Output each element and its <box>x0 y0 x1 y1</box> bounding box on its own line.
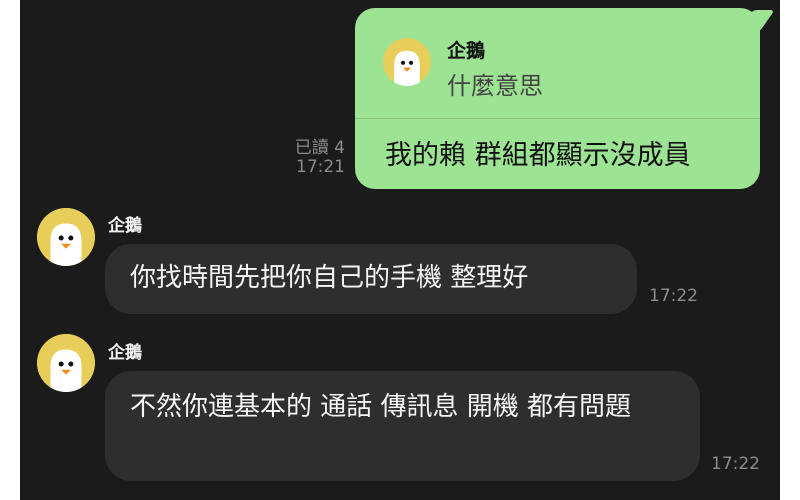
outgoing-message-bubble[interactable]: 企鵝 什麼意思 我的賴 群組都顯示沒成員 <box>355 8 760 189</box>
sender-avatar[interactable] <box>37 208 95 266</box>
reply-quote-text: 什麼意思 <box>447 72 543 100</box>
incoming-timestamp: 17:22 <box>711 454 760 474</box>
penguin-icon <box>37 208 95 266</box>
incoming-message-text: 不然你連基本的 通話 傳訊息 開機 都有問題 <box>130 392 632 422</box>
reply-divider <box>355 118 760 119</box>
incoming-timestamp: 17:22 <box>649 286 698 306</box>
penguin-icon <box>383 38 431 86</box>
chat-area[interactable]: 企鵝 什麼意思 我的賴 群組都顯示沒成員 已讀 4 17:21 企鵝 你找時間先… <box>20 0 780 500</box>
sender-avatar[interactable] <box>37 334 95 392</box>
incoming-message-bubble[interactable]: 你找時間先把你自己的手機 整理好 <box>105 244 637 314</box>
penguin-icon <box>37 334 95 392</box>
sender-name: 企鵝 <box>108 216 142 236</box>
outgoing-message-text: 我的賴 群組都顯示沒成員 <box>385 140 691 171</box>
read-receipt: 已讀 4 <box>294 138 345 158</box>
incoming-message-bubble[interactable]: 不然你連基本的 通話 傳訊息 開機 都有問題 <box>105 371 700 481</box>
reply-quote-sender: 企鵝 <box>447 40 486 62</box>
sender-name: 企鵝 <box>108 343 142 363</box>
incoming-message-text: 你找時間先把你自己的手機 整理好 <box>130 263 529 293</box>
outgoing-timestamp: 17:21 <box>296 157 345 177</box>
